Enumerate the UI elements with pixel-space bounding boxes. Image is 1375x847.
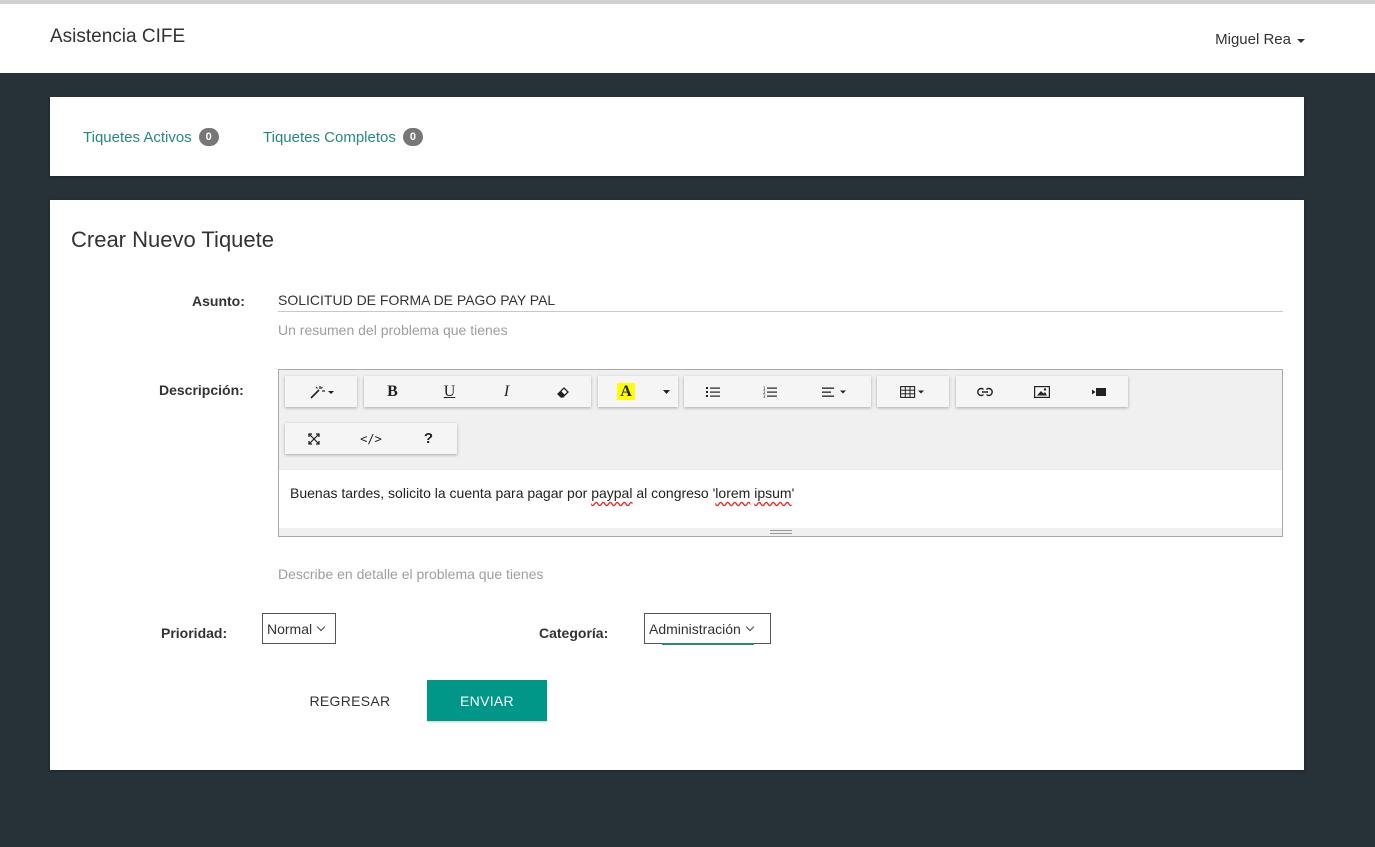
underline-icon: U [443, 382, 456, 400]
misspelled-word: ipsum [754, 485, 792, 501]
help-button[interactable]: ? [400, 423, 457, 454]
category-select[interactable]: Administración [644, 613, 771, 644]
description-text: Buenas tardes, solicito la cuenta para p… [290, 485, 592, 501]
link-button[interactable] [956, 376, 1013, 407]
unordered-list-icon [705, 386, 720, 398]
clear-format-button[interactable] [535, 376, 591, 407]
subject-input[interactable] [278, 284, 1283, 312]
editor-toolbar: B U I A 1 2 3 </> ? [279, 370, 1282, 470]
link-icon [976, 387, 993, 397]
font-color-icon: A [617, 383, 635, 400]
italic-icon: I [503, 382, 510, 400]
align-icon [821, 386, 848, 398]
fullscreen-icon [307, 432, 320, 445]
subject-label: Asunto: [192, 293, 245, 309]
video-icon [1092, 387, 1106, 397]
user-name: Miguel Rea [1215, 31, 1291, 48]
description-label: Descripción: [159, 382, 244, 398]
magic-icon [308, 385, 334, 399]
new-ticket-form-card: Crear Nuevo Tiquete Asunto: Un resumen d… [50, 200, 1304, 770]
code-view-icon: </> [360, 431, 382, 446]
completed-tickets-label: Tiquetes Completos [263, 128, 396, 146]
svg-text:3: 3 [763, 394, 766, 398]
ordered-list-icon: 1 2 3 [763, 386, 777, 398]
active-tickets-badge: 0 [198, 128, 219, 146]
bold-icon: B [387, 382, 398, 400]
send-button[interactable]: ENVIAR [427, 680, 547, 721]
view-group: </> ? [285, 423, 457, 454]
table-button[interactable] [877, 376, 949, 407]
caret-down-icon [1297, 38, 1305, 43]
picture-button[interactable] [1013, 376, 1070, 407]
bold-button[interactable]: B [364, 376, 421, 407]
description-editable-area[interactable]: Buenas tardes, solicito la cuenta para p… [279, 470, 1282, 528]
style-group [285, 376, 357, 407]
back-button[interactable]: REGRESAR [290, 680, 410, 721]
tickets-nav-card: Tiquetes Activos 0 Tiquetes Completos 0 [50, 97, 1304, 176]
fullscreen-button[interactable] [285, 423, 342, 454]
ordered-list-button[interactable]: 1 2 3 [741, 376, 798, 407]
video-button[interactable] [1070, 376, 1128, 407]
magic-style-button[interactable] [285, 376, 357, 407]
category-focus-underline [662, 643, 754, 645]
priority-value: Normal [267, 620, 313, 637]
subject-help-text: Un resumen del problema que tienes [278, 322, 508, 338]
description-text: ' [791, 485, 795, 501]
picture-icon [1033, 385, 1050, 398]
priority-select[interactable]: Normal [262, 613, 336, 644]
brand-title[interactable]: Asistencia CIFE [50, 26, 185, 48]
underline-button[interactable]: U [421, 376, 478, 407]
paragraph-group: 1 2 3 [684, 376, 871, 407]
chevron-down-icon [316, 622, 326, 631]
table-group [877, 376, 949, 407]
font-style-group: B U I [364, 376, 591, 407]
eraser-icon [557, 386, 569, 398]
priority-label: Prioridad: [161, 625, 228, 641]
color-group: A [598, 376, 678, 407]
chevron-down-icon [745, 622, 755, 631]
caret-down-icon [662, 389, 670, 394]
top-navbar: Asistencia CIFE Miguel Rea [0, 0, 1375, 73]
table-icon [900, 385, 926, 398]
grip-icon [770, 530, 792, 534]
active-tickets-link[interactable]: Tiquetes Activos 0 [83, 128, 219, 146]
description-text: al congreso ' [632, 485, 716, 501]
category-value: Administración [649, 620, 741, 637]
rich-text-editor: B U I A 1 2 3 </> ? Buenas tardes, solic… [278, 369, 1283, 537]
misspelled-word: paypal [591, 485, 633, 501]
completed-tickets-link[interactable]: Tiquetes Completos 0 [263, 128, 423, 146]
misspelled-word: lorem [715, 485, 751, 501]
color-dropdown-button[interactable] [654, 376, 678, 407]
editor-resize-handle[interactable] [279, 528, 1282, 536]
help-icon: ? [423, 430, 434, 447]
active-tickets-label: Tiquetes Activos [83, 128, 192, 146]
italic-button[interactable]: I [478, 376, 535, 407]
completed-tickets-badge: 0 [402, 128, 423, 146]
form-title: Crear Nuevo Tiquete [71, 227, 274, 252]
align-button[interactable] [798, 376, 871, 407]
font-color-button[interactable]: A [598, 376, 654, 407]
category-label: Categoría: [539, 625, 609, 641]
user-menu-dropdown[interactable]: Miguel Rea [1215, 31, 1305, 48]
code-view-button[interactable]: </> [342, 423, 400, 454]
insert-group [956, 376, 1128, 407]
unordered-list-button[interactable] [684, 376, 741, 407]
description-help-text: Describe en detalle el problema que tien… [278, 566, 544, 582]
